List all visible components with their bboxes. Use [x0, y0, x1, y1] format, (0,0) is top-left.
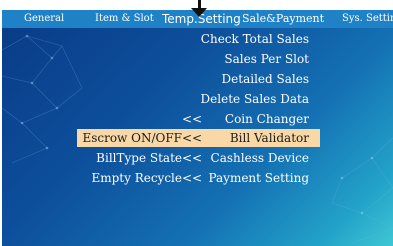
menu-item-detailed-sales[interactable]: Detailed Sales	[77, 70, 320, 88]
chevron-left-icon: <<	[182, 171, 203, 185]
menu-item-payment-setting[interactable]: Empty Recycle << Payment Setting	[77, 169, 320, 187]
menu-item-cashless-device[interactable]: BillType State << Cashless Device	[77, 149, 320, 167]
menu-item-bill-validator[interactable]: Escrow ON/OFF << Bill Validator	[77, 129, 320, 147]
tab-general[interactable]: General	[24, 10, 64, 28]
menu-item-label: Cashless Device	[210, 151, 309, 165]
menu-item-coin-changer[interactable]: << Coin Changer	[77, 110, 320, 128]
menu-item-check-total-sales[interactable]: Check Total Sales	[77, 30, 320, 48]
tab-sys-setting[interactable]: Sys. Setting	[342, 10, 393, 28]
tab-sale-payment[interactable]: Sale&Payment	[242, 10, 324, 28]
menu-item-escrow-toggle[interactable]: Escrow ON/OFF	[82, 129, 182, 147]
menu-panel: Check Total Sales Sales Per Slot Detaile…	[2, 28, 393, 246]
chevron-left-icon: <<	[182, 131, 203, 145]
menu-item-label: Payment Setting	[208, 171, 309, 185]
vending-settings-screen: General Item & Slot Temp.Setting Sale&Pa…	[0, 0, 393, 246]
menu-item-label: Coin Changer	[224, 112, 309, 126]
menu-item-label: Sales Per Slot	[224, 52, 309, 66]
menu-item-label: Bill Validator	[229, 131, 309, 145]
menu-item-label: Check Total Sales	[200, 32, 309, 46]
chevron-left-icon: <<	[182, 112, 203, 126]
pointer-arrowhead-icon	[191, 8, 207, 17]
menu-item-delete-sales-data[interactable]: Delete Sales Data	[77, 90, 320, 108]
menu-item-label: Delete Sales Data	[200, 92, 309, 106]
tab-item-slot[interactable]: Item & Slot	[95, 10, 154, 28]
chevron-left-icon: <<	[182, 151, 203, 165]
menu-item-empty-recycle[interactable]: Empty Recycle	[91, 169, 182, 187]
menu-item-label: Detailed Sales	[221, 72, 309, 86]
menu-item-billtype-state[interactable]: BillType State	[96, 149, 182, 167]
menu-item-sales-per-slot[interactable]: Sales Per Slot	[77, 50, 320, 68]
